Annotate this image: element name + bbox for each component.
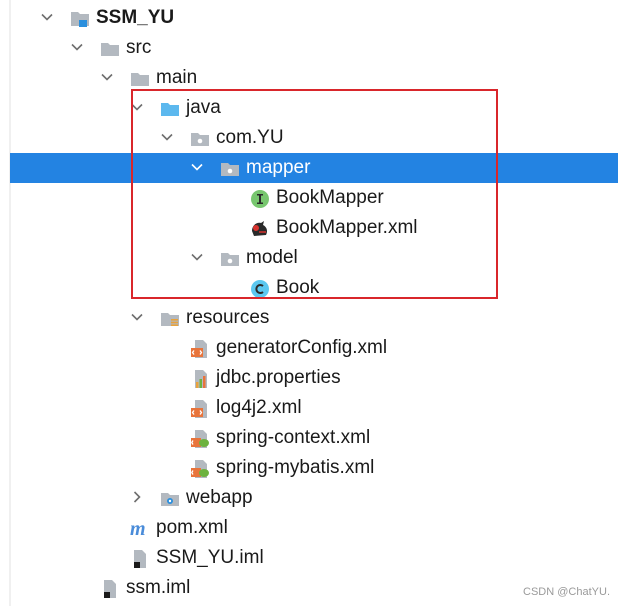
- tree-item-spring-context-xml[interactable]: spring-context.xml: [0, 423, 618, 453]
- tree-item-model[interactable]: model: [0, 243, 618, 273]
- package-icon: [220, 159, 240, 179]
- tree-item-label: webapp: [186, 487, 253, 508]
- tree-item-label: SSM_YU.iml: [156, 547, 264, 568]
- tree-item-label: BookMapper: [276, 187, 384, 208]
- tree-item-label: log4j2.xml: [216, 397, 302, 418]
- tree-item-book[interactable]: Book: [0, 273, 618, 303]
- tree-item-jdbc-properties[interactable]: jdbc.properties: [0, 363, 618, 393]
- tree-item-mapper[interactable]: mapper: [10, 153, 618, 183]
- tree-item-spring-mybatis-xml[interactable]: spring-mybatis.xml: [0, 453, 618, 483]
- svg-text:m: m: [130, 519, 146, 539]
- chevron-down-icon[interactable]: [100, 70, 114, 84]
- tree-item-webapp[interactable]: webapp: [0, 483, 618, 513]
- interface-icon: [250, 189, 270, 209]
- xml-file-icon: [190, 399, 210, 419]
- tree-item-bookmapper-xml[interactable]: BookMapper.xml: [0, 213, 618, 243]
- chevron-down-icon[interactable]: [160, 130, 174, 144]
- class-icon: [250, 279, 270, 299]
- tree-item-java[interactable]: java: [0, 93, 618, 123]
- chevron-down-icon[interactable]: [40, 10, 54, 24]
- tree-item-resources[interactable]: resources: [0, 303, 618, 333]
- properties-file-icon: [190, 369, 210, 389]
- tree-item-label: ssm.iml: [126, 577, 191, 598]
- chevron-right-icon[interactable]: [130, 490, 144, 504]
- tree-item-pom-xml[interactable]: m pom.xml: [0, 513, 618, 543]
- tree-item-label: com.YU: [216, 127, 284, 148]
- tree-item-generatorconfig-xml[interactable]: generatorConfig.xml: [0, 333, 618, 363]
- chevron-down-icon[interactable]: [190, 160, 204, 174]
- tree-item-ssm-yu[interactable]: SSM_YU: [0, 3, 618, 33]
- mybatis-xml-icon: [250, 219, 270, 239]
- tree-item-src[interactable]: src: [0, 33, 618, 63]
- tree-item-com-yu[interactable]: com.YU: [0, 123, 618, 153]
- tree-item-label: pom.xml: [156, 517, 228, 538]
- tree-item-bookmapper[interactable]: BookMapper: [0, 183, 618, 213]
- chevron-down-icon[interactable]: [130, 310, 144, 324]
- chevron-down-icon[interactable]: [130, 100, 144, 114]
- tree-item-label: generatorConfig.xml: [216, 337, 388, 358]
- tree-item-label: BookMapper.xml: [276, 217, 418, 238]
- resources-folder-icon: [160, 309, 180, 329]
- tree-item-label: resources: [186, 307, 270, 328]
- tree-item-label: Book: [276, 277, 320, 298]
- tree-item-label: java: [186, 97, 221, 118]
- tree-item-label: src: [126, 37, 152, 58]
- maven-icon: m: [130, 519, 150, 539]
- tree-item-label: mapper: [246, 157, 311, 178]
- source-root-folder-icon: [160, 99, 180, 119]
- iml-file-icon: [130, 549, 150, 569]
- spring-xml-icon: [190, 459, 210, 479]
- chevron-down-icon[interactable]: [70, 40, 84, 54]
- folder-icon: [130, 69, 150, 89]
- tree-item-label: main: [156, 67, 198, 88]
- iml-file-icon: [100, 579, 120, 599]
- tree-item-label: SSM_YU: [96, 7, 175, 28]
- xml-file-icon: [190, 339, 210, 359]
- spring-xml-icon: [190, 429, 210, 449]
- tree-item-label: spring-context.xml: [216, 427, 371, 448]
- module-folder-icon: [70, 9, 90, 29]
- tree-item-label: jdbc.properties: [216, 367, 341, 388]
- tree-item-main[interactable]: main: [0, 63, 618, 93]
- chevron-down-icon[interactable]: [190, 250, 204, 264]
- package-icon: [220, 249, 240, 269]
- watermark: CSDN @ChatYU.: [523, 586, 610, 598]
- tree-item-ssm-yu-iml[interactable]: SSM_YU.iml: [0, 543, 618, 573]
- tree-item-label: spring-mybatis.xml: [216, 457, 375, 478]
- package-icon: [190, 129, 210, 149]
- folder-icon: [100, 39, 120, 59]
- tree-item-label: model: [246, 247, 298, 268]
- tree-item-log4j2-xml[interactable]: log4j2.xml: [0, 393, 618, 423]
- web-folder-icon: [160, 489, 180, 509]
